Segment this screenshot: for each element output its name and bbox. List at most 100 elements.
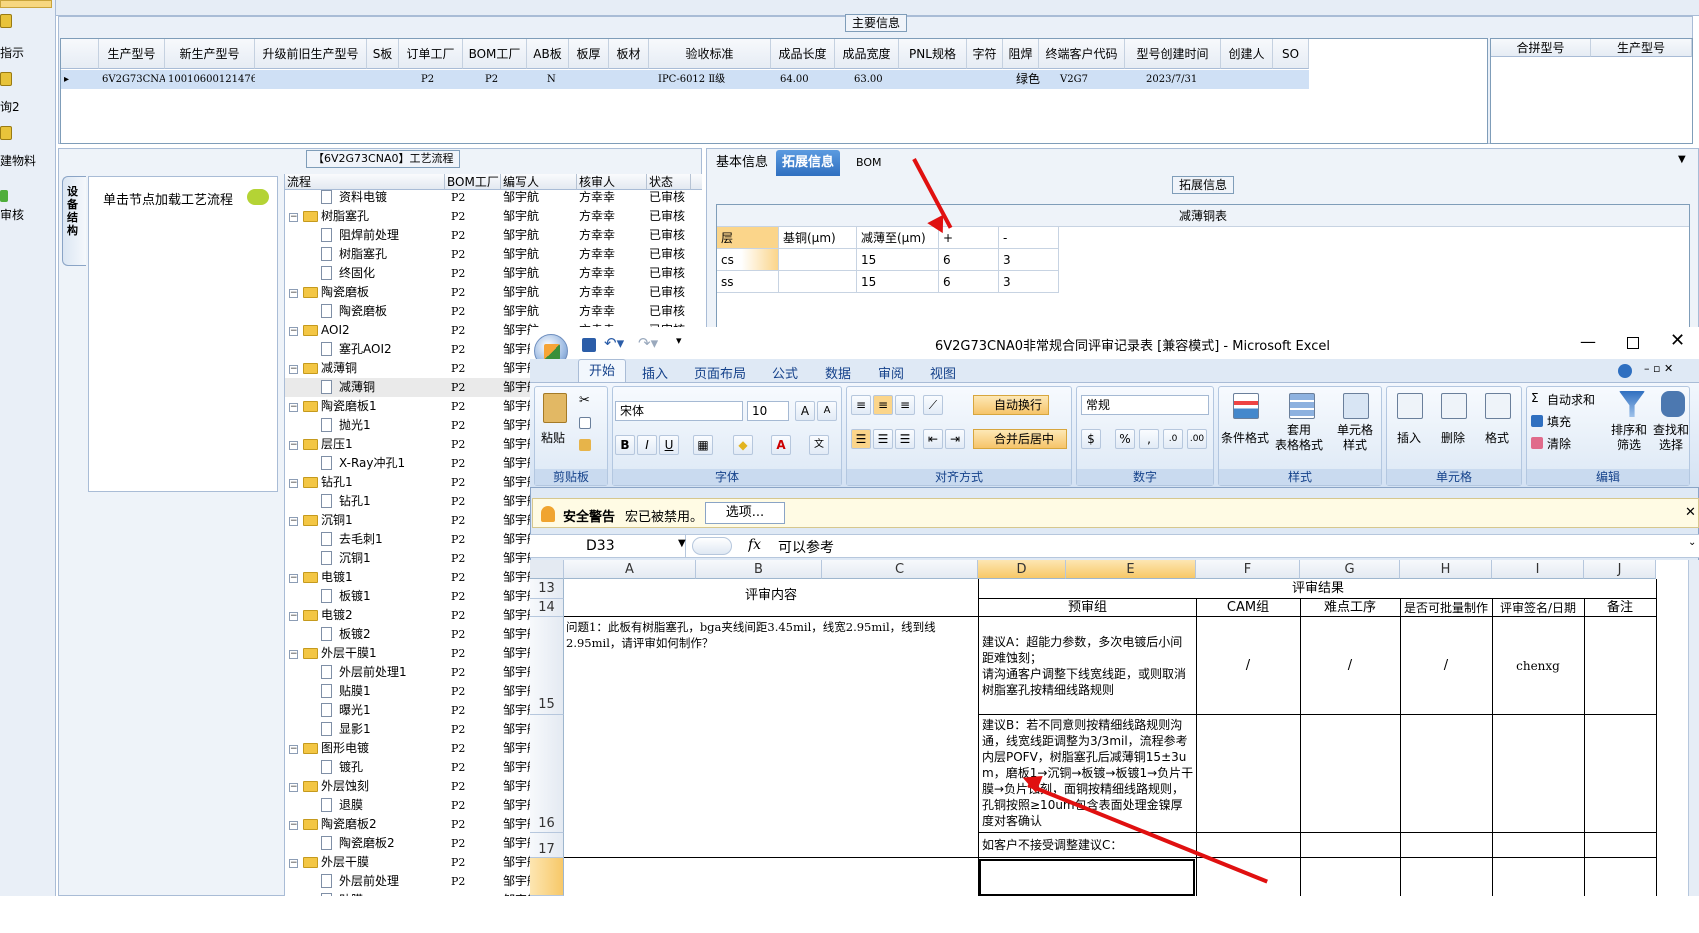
- italic-icon[interactable]: I: [637, 435, 657, 455]
- tree-row[interactable]: 终固化 P2 邹宇航 方幸幸 已审核: [285, 264, 702, 283]
- tab-data[interactable]: 数据: [825, 363, 851, 382]
- paste-icon[interactable]: [543, 393, 567, 423]
- cell-suggest-a[interactable]: 建议A：超能力参数，多次电镀后小间距难蚀刻； 请沟通客户调整下线宽线距，或则取消…: [982, 634, 1194, 700]
- orientation-icon[interactable]: ⟋: [923, 395, 943, 415]
- fill-button[interactable]: 填充: [1547, 413, 1571, 430]
- table-cell[interactable]: [779, 271, 857, 293]
- cell-cam-value[interactable]: /: [1197, 656, 1299, 676]
- increase-decimal-icon[interactable]: .0: [1163, 429, 1183, 449]
- tab-insert[interactable]: 插入: [642, 363, 668, 382]
- cell-style-button[interactable]: 单元格 样式: [1337, 423, 1373, 453]
- collapse-toggle[interactable]: −: [289, 745, 298, 754]
- align-bottom-icon[interactable]: ≡: [895, 395, 915, 415]
- fill-color-icon[interactable]: ◆: [733, 435, 753, 455]
- collapse-toggle[interactable]: −: [289, 365, 298, 374]
- tree-row[interactable]: 陶瓷磨板 P2 邹宇航 方幸幸 已审核: [285, 302, 702, 321]
- col-header-c[interactable]: C: [822, 560, 978, 579]
- clear-icon[interactable]: [1531, 437, 1543, 449]
- maximize-icon[interactable]: [1627, 337, 1639, 349]
- tab-view[interactable]: 视图: [930, 363, 956, 382]
- find-select-icon[interactable]: [1661, 391, 1685, 417]
- table-cell[interactable]: ss: [717, 271, 779, 293]
- row-header-13[interactable]: 13: [530, 579, 564, 599]
- insert-cells-icon[interactable]: [1397, 393, 1423, 419]
- name-box[interactable]: D33: [530, 535, 686, 557]
- table-cell[interactable]: [779, 249, 857, 271]
- col-header[interactable]: 终端客户代码: [1039, 39, 1125, 69]
- merge-center-button[interactable]: 合并后居中: [973, 429, 1067, 449]
- tab-review[interactable]: 审阅: [878, 363, 904, 382]
- col-header[interactable]: SO: [1273, 39, 1309, 69]
- cell-sign[interactable]: 评审签名/日期: [1493, 600, 1583, 616]
- decrease-decimal-icon[interactable]: .00: [1187, 429, 1207, 449]
- col-header-i[interactable]: I: [1492, 560, 1584, 579]
- copy-icon[interactable]: [579, 417, 591, 429]
- wrap-text-button[interactable]: 自动换行: [973, 395, 1049, 415]
- nav-item-material[interactable]: 建物料: [0, 152, 36, 169]
- col-header-j[interactable]: J: [1584, 560, 1656, 579]
- tab-bom[interactable]: BOM: [850, 150, 888, 176]
- col-header[interactable]: 新生产型号: [165, 39, 255, 69]
- col-header[interactable]: 型号创建时间: [1125, 39, 1221, 69]
- align-middle-icon[interactable]: ≡: [873, 395, 893, 415]
- tab-basic-info[interactable]: 基本信息: [710, 150, 774, 176]
- shrink-font-icon[interactable]: A: [817, 401, 837, 421]
- font-size-combo[interactable]: 10: [747, 401, 789, 421]
- cell-pre-eval[interactable]: 预审组: [980, 600, 1195, 616]
- vertical-scrollbar[interactable]: [1688, 560, 1699, 896]
- close-icon[interactable]: ✕: [1670, 330, 1685, 351]
- options-button[interactable]: 选项...: [705, 502, 785, 524]
- col-header[interactable]: 板厚: [569, 39, 609, 69]
- collapse-toggle[interactable]: −: [289, 403, 298, 412]
- row-header-15[interactable]: 15: [530, 617, 564, 715]
- table-cell[interactable]: cs: [717, 249, 779, 271]
- cell-signer[interactable]: chenxg: [1493, 656, 1583, 676]
- formula-buttons[interactable]: [692, 537, 732, 555]
- col-header-h[interactable]: H: [1400, 560, 1492, 579]
- cell-cam[interactable]: CAM组: [1197, 600, 1299, 616]
- table-cell[interactable]: 6: [939, 249, 999, 271]
- collapse-toggle[interactable]: −: [289, 859, 298, 868]
- sort-filter-icon[interactable]: [1619, 391, 1645, 417]
- cell-question[interactable]: 问题1：此板有树脂塞孔，bga夹线间距3.45mil，线宽2.95mil，线到线…: [566, 619, 976, 659]
- nav-item-review[interactable]: 审核: [0, 206, 24, 223]
- phonetic-icon[interactable]: 文: [809, 435, 829, 455]
- cell-difficult[interactable]: 难点工序: [1301, 600, 1399, 616]
- row-header-14[interactable]: 14: [530, 599, 564, 617]
- tab-formulas[interactable]: 公式: [772, 363, 798, 382]
- delete-cells-icon[interactable]: [1441, 393, 1467, 419]
- underline-icon[interactable]: U: [659, 435, 679, 455]
- align-left-icon[interactable]: ☰: [851, 429, 871, 449]
- nav-item-inquiry[interactable]: 询2: [0, 98, 20, 115]
- name-box-dropdown-icon[interactable]: ▼: [678, 538, 686, 549]
- tree-row[interactable]: − 树脂塞孔 P2 邹宇航 方幸幸 已审核: [285, 207, 702, 226]
- cell-review-result[interactable]: 评审结果: [980, 580, 1656, 598]
- col-header-g[interactable]: G: [1300, 560, 1400, 579]
- font-color-icon[interactable]: A: [771, 435, 791, 455]
- increase-indent-icon[interactable]: ⇥: [945, 429, 965, 449]
- autosum-icon[interactable]: Σ: [1531, 391, 1539, 405]
- collapse-toggle[interactable]: −: [289, 821, 298, 830]
- col-header[interactable]: 升级前旧生产型号: [255, 39, 367, 69]
- table-format-button[interactable]: 套用 表格格式: [1275, 423, 1323, 453]
- customize-qat-icon[interactable]: ▾: [676, 334, 682, 347]
- tree-row[interactable]: 资料电镀 P2 邹宇航 方幸幸 已审核: [285, 188, 702, 207]
- col-header[interactable]: PNL规格: [899, 39, 967, 69]
- table-cell[interactable]: 6: [939, 271, 999, 293]
- col-header[interactable]: 生产型号: [1591, 39, 1692, 57]
- format-cells-icon[interactable]: [1485, 393, 1511, 419]
- cell-suggest-b[interactable]: 建议B：若不同意则按精细线路规则沟通，线宽线距调整为3/3mil，流程参考内层P…: [982, 717, 1194, 831]
- collapse-toggle[interactable]: −: [289, 441, 298, 450]
- font-name-combo[interactable]: 宋体: [615, 401, 743, 421]
- col-header[interactable]: 订单工厂: [399, 39, 463, 69]
- cell-batch-value[interactable]: /: [1401, 656, 1491, 676]
- collapse-toggle[interactable]: −: [289, 783, 298, 792]
- col-header[interactable]: BOM工厂: [463, 39, 527, 69]
- minimize-icon[interactable]: —: [1580, 332, 1596, 351]
- equipment-structure-tab[interactable]: 设备结构: [62, 176, 86, 266]
- paste-button[interactable]: 粘贴: [541, 429, 565, 446]
- col-header[interactable]: 成品长度: [771, 39, 835, 69]
- col-header-d[interactable]: D: [978, 560, 1066, 579]
- table-cell[interactable]: 3: [999, 249, 1059, 271]
- col-header[interactable]: AB板: [527, 39, 569, 69]
